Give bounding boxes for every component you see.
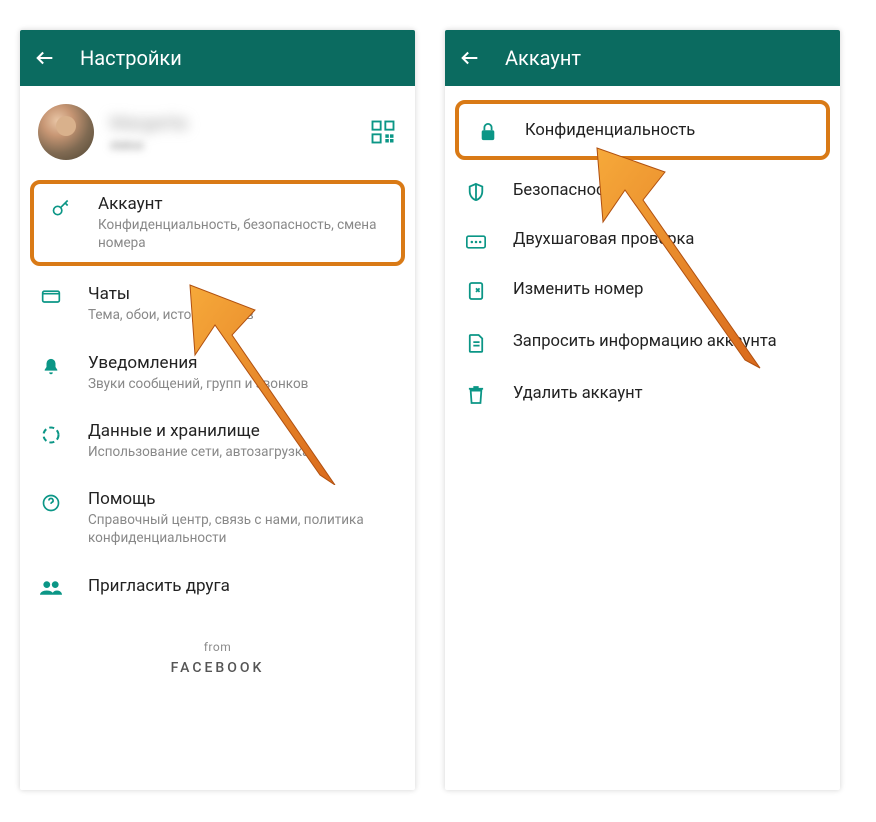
key-icon [48,194,74,218]
settings-item-invite[interactable]: Пригласить друга [20,562,415,610]
settings-item-chats[interactable]: Чаты Тема, обои, история чатов [20,270,415,338]
profile-status: status [110,138,353,152]
item-title: Чаты [88,284,397,304]
help-icon [38,489,64,513]
lock-icon [475,118,501,142]
avatar [38,104,94,160]
account-item-privacy[interactable]: Конфиденциальность [467,114,818,146]
back-icon[interactable] [34,47,56,69]
people-icon [38,576,64,596]
account-item-twostep[interactable]: Двухшаговая проверка [445,216,840,263]
settings-item-account[interactable]: Аккаунт Конфиденциальность, безопасность… [42,194,393,252]
chat-icon [38,284,64,306]
data-usage-icon [38,421,64,445]
item-sub: Конфиденциальность, безопасность, смена … [98,216,387,252]
footer: from FACEBOOK [20,610,415,676]
account-list: Безопасность Двухшаговая проверка Измени… [445,164,840,419]
settings-item-help[interactable]: Помощь Справочный центр, связь с нами, п… [20,475,415,561]
account-item-changenum[interactable]: Изменить номер [445,263,840,315]
highlight-privacy: Конфиденциальность [455,100,830,160]
item-title: Пригласить друга [88,576,397,596]
shield-icon [463,178,489,202]
highlight-account: Аккаунт Конфиденциальность, безопасность… [30,180,405,266]
appbar-title: Аккаунт [505,46,581,70]
settings-item-data[interactable]: Данные и хранилище Использование сети, а… [20,407,415,475]
item-sub: Справочный центр, связь с нами, политика… [88,511,397,547]
back-icon[interactable] [459,47,481,69]
document-icon [463,329,489,353]
account-item-delete[interactable]: Удалить аккаунт [445,367,840,419]
item-title: Данные и хранилище [88,421,397,441]
settings-screen: Настройки Margarita status [20,30,415,790]
item-title: Уведомления [88,353,397,373]
profile-row[interactable]: Margarita status [20,86,415,178]
appbar-settings: Настройки [20,30,415,86]
item-title: Безопасность [513,181,822,200]
footer-from: from [20,640,415,654]
item-title: Аккаунт [98,194,387,214]
item-title: Двухшаговая проверка [513,230,822,249]
trash-icon [463,381,489,405]
account-item-security[interactable]: Безопасность [445,164,840,216]
password-icon [463,231,489,249]
item-title: Конфиденциальность [525,121,810,140]
account-item-request[interactable]: Запросить информацию аккаунта [445,315,840,367]
qr-code-icon[interactable] [369,118,397,146]
settings-item-notifications[interactable]: Уведомления Звуки сообщений, групп и зво… [20,339,415,407]
item-title: Удалить аккаунт [513,384,822,403]
item-sub: Тема, обои, история чатов [88,306,397,324]
item-title: Помощь [88,489,397,509]
footer-brand: FACEBOOK [20,660,415,676]
item-title: Изменить номер [513,280,822,299]
sim-icon [463,277,489,301]
bell-icon [38,353,64,377]
account-screen: Аккаунт Конфиденциальность Безопасность … [445,30,840,790]
appbar-title: Настройки [80,46,182,70]
item-sub: Использование сети, автозагрузка [88,443,397,461]
settings-list: Чаты Тема, обои, история чатов Уведомлен… [20,270,415,609]
profile-name: Margarita [110,113,353,134]
appbar-account: Аккаунт [445,30,840,86]
item-sub: Звуки сообщений, групп и звонков [88,375,397,393]
item-title: Запросить информацию аккаунта [513,332,822,351]
